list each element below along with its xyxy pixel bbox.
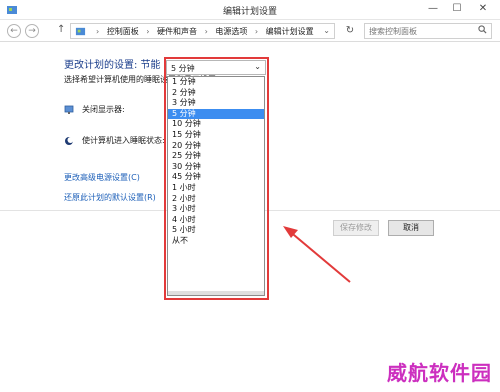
navigation-bar: ← → ↑ › 控制面板 › 硬件和声音 › 电源选项 › 编辑计划设置 ⌄ ↻ xyxy=(0,20,500,42)
dropdown-option[interactable]: 3 小时 xyxy=(168,204,264,215)
back-arrow-icon: ← xyxy=(10,26,18,36)
breadcrumb: › 控制面板 › 硬件和声音 › 电源选项 › 编辑计划设置 xyxy=(91,26,314,37)
dropdown-option[interactable]: 2 分钟 xyxy=(168,88,264,99)
page-title: 更改计划的设置: 节能 xyxy=(64,60,161,71)
sleep-label: 使计算机进入睡眠状态: xyxy=(82,136,165,145)
cancel-button[interactable]: 取消 xyxy=(388,220,434,236)
maximize-button[interactable]: ☐ xyxy=(446,2,468,16)
dropdown-option[interactable]: 1 小时 xyxy=(168,183,264,194)
breadcrumb-hardware-sound[interactable]: 硬件和声音 xyxy=(157,27,197,36)
back-button[interactable]: ← xyxy=(7,24,21,38)
address-bar[interactable]: › 控制面板 › 硬件和声音 › 电源选项 › 编辑计划设置 ⌄ xyxy=(70,23,335,39)
forward-arrow-icon: → xyxy=(28,26,36,36)
dropdown-option[interactable]: 30 分钟 xyxy=(168,162,264,173)
title-bar: 编辑计划设置 — ☐ ✕ xyxy=(0,0,500,20)
close-button[interactable]: ✕ xyxy=(472,2,494,16)
minimize-button[interactable]: — xyxy=(422,2,444,16)
search-icon[interactable] xyxy=(478,25,487,34)
chevron-down-icon: ⌄ xyxy=(254,62,261,71)
dropdown-option[interactable]: 2 小时 xyxy=(168,194,264,205)
breadcrumb-separator: › xyxy=(96,27,100,36)
select-value: 5 分钟 xyxy=(171,64,195,73)
refresh-button[interactable]: ↻ xyxy=(342,23,358,39)
dropdown-option[interactable]: 10 分钟 xyxy=(168,119,264,130)
search-box[interactable] xyxy=(364,23,492,39)
breadcrumb-separator: › xyxy=(204,27,208,36)
dropdown-option[interactable]: 3 分钟 xyxy=(168,98,264,109)
dropdown-option[interactable]: 15 分钟 xyxy=(168,130,264,141)
save-changes-button[interactable]: 保存修改 xyxy=(333,220,379,236)
watermark-text: 威航软件园 xyxy=(387,361,492,385)
display-off-select[interactable]: 5 分钟 ⌄ xyxy=(166,60,266,75)
dropdown-scrollbar[interactable] xyxy=(168,291,264,295)
dropdown-option[interactable]: 1 分钟 xyxy=(168,77,264,88)
dropdown-option-selected[interactable]: 5 分钟 xyxy=(168,108,264,120)
breadcrumb-separator: › xyxy=(146,27,150,36)
dropdown-option[interactable]: 从不 xyxy=(168,236,264,247)
address-dropdown-icon[interactable]: ⌄ xyxy=(323,26,330,35)
control-panel-icon xyxy=(75,27,86,36)
dropdown-option[interactable]: 20 分钟 xyxy=(168,141,264,152)
dropdown-option[interactable]: 5 小时 xyxy=(168,225,264,236)
sleep-moon-icon xyxy=(65,137,74,145)
restore-defaults-link[interactable]: 还原此计划的默认设置(R) xyxy=(64,192,156,203)
display-off-label: 关闭显示器: xyxy=(82,105,125,114)
breadcrumb-control-panel[interactable]: 控制面板 xyxy=(107,27,139,36)
dropdown-option[interactable]: 45 分钟 xyxy=(168,172,264,183)
advanced-power-settings-link[interactable]: 更改高级电源设置(C) xyxy=(64,172,140,183)
breadcrumb-separator: › xyxy=(254,27,259,36)
dropdown-list[interactable]: 1 分钟 2 分钟 3 分钟 5 分钟 10 分钟 15 分钟 20 分钟 25… xyxy=(167,76,265,296)
breadcrumb-edit-plan[interactable]: 编辑计划设置 xyxy=(266,27,314,36)
up-button[interactable]: ↑ xyxy=(57,24,65,35)
monitor-icon xyxy=(64,105,74,114)
dropdown-option[interactable]: 4 小时 xyxy=(168,215,264,226)
search-input[interactable] xyxy=(365,24,473,38)
dropdown-option[interactable]: 25 分钟 xyxy=(168,151,264,162)
breadcrumb-power-options[interactable]: 电源选项 xyxy=(215,27,247,36)
forward-button[interactable]: → xyxy=(25,24,39,38)
